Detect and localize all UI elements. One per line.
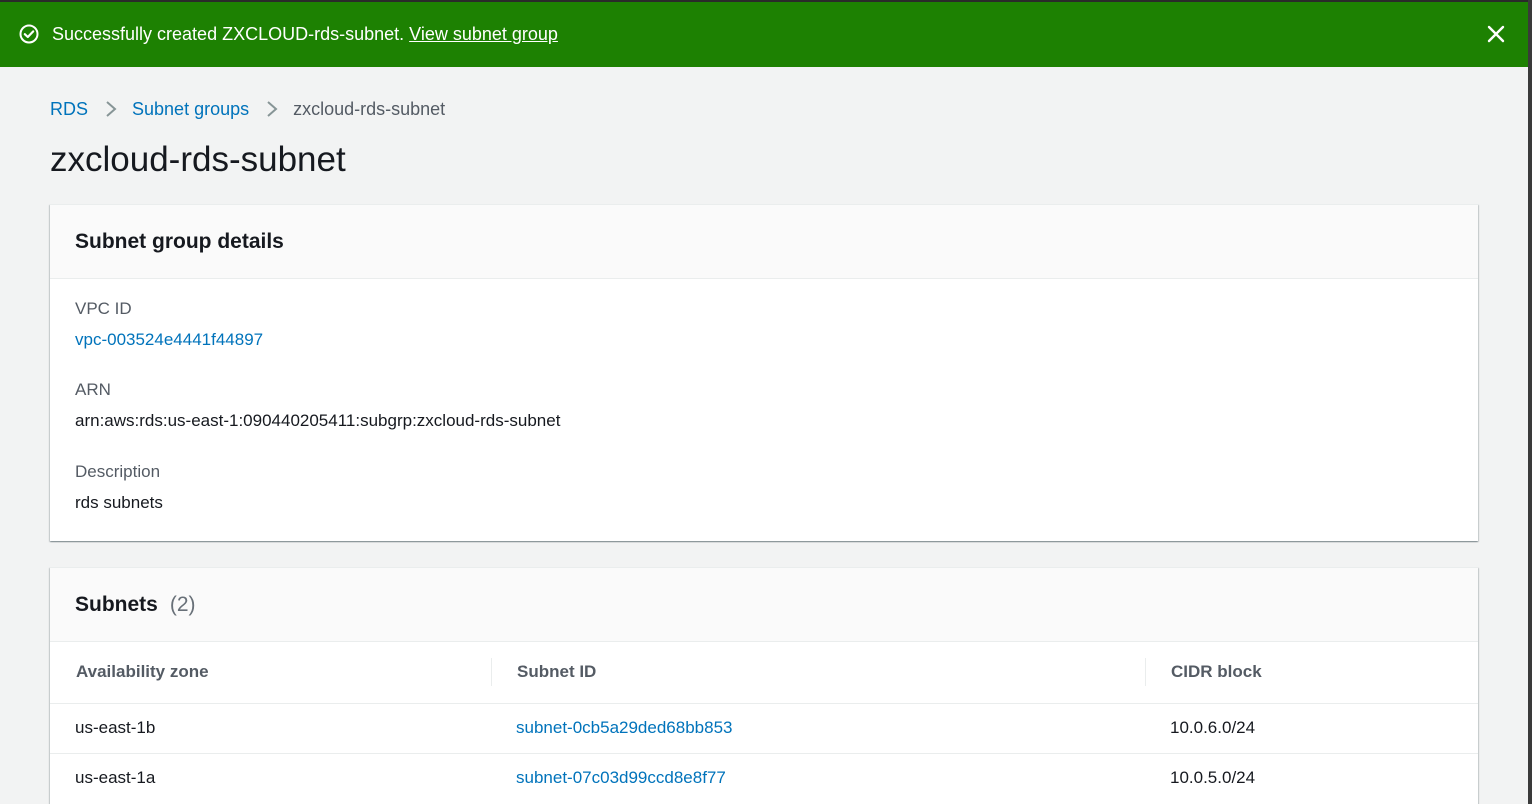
details-title: Subnet group details [75,229,284,253]
chevron-right-icon [267,101,278,117]
table-header-row: Availability zone Subnet ID CIDR block [50,642,1478,703]
description-label: Description [75,462,161,481]
breadcrumb-item-rds[interactable]: RDS [50,96,88,122]
subnets-title: Subnets [75,592,158,616]
column-header-subnet-id: Subnet ID [491,642,1145,703]
subnets-panel: Subnets (2) Availability zone Subnet ID … [50,567,1478,804]
vpc-id-field: VPC ID vpc-003524e4441f44897 [75,298,263,351]
cell-cidr-block: 10.0.5.0/24 [1170,768,1256,788]
flash-message-text: Successfully created ZXCLOUD-rds-subnet. [52,24,405,44]
check-circle-icon [19,24,39,44]
column-header-availability-zone: Availability zone [76,662,209,682]
cell-subnet-id: subnet-07c03d99ccd8e8f77 [491,753,1145,803]
subnets-header: Subnets (2) [50,568,1478,642]
page-title: zxcloud-rds-subnet [50,140,346,179]
description-field: Description rds subnets [75,461,163,514]
table-row: us-east-1b subnet-0cb5a29ded68bb853 10.0… [50,703,1478,753]
breadcrumb-item-subnet-groups[interactable]: Subnet groups [132,96,249,122]
subnet-id-link[interactable]: subnet-0cb5a29ded68bb853 [516,718,732,737]
view-subnet-group-link[interactable]: View subnet group [409,24,558,44]
subnets-table: Availability zone Subnet ID CIDR block u… [50,642,1478,803]
close-icon[interactable] [1484,22,1508,46]
cell-availability-zone: us-east-1a [75,768,156,788]
column-header-cidr-block: CIDR block [1145,642,1478,703]
chevron-right-icon [106,101,117,117]
cell-cidr-block: 10.0.6.0/24 [1170,718,1256,737]
arn-field: ARN arn:aws:rds:us-east-1:090440205411:s… [75,379,560,432]
breadcrumb: RDS Subnet groups zxcloud-rds-subnet [50,96,445,122]
subnet-group-details-panel: Subnet group details VPC ID vpc-003524e4… [50,204,1478,541]
arn-value: arn:aws:rds:us-east-1:090440205411:subgr… [75,411,561,430]
window-right-edge [1528,0,1532,804]
details-header: Subnet group details [50,205,1478,279]
subnets-count: (2) [169,592,196,616]
vpc-id-link[interactable]: vpc-003524e4441f44897 [75,329,263,351]
table-row: us-east-1a subnet-07c03d99ccd8e8f77 10.0… [50,753,1478,803]
description-value: rds subnets [75,493,163,512]
cell-subnet-id: subnet-0cb5a29ded68bb853 [491,703,1145,753]
success-flashbar: Successfully created ZXCLOUD-rds-subnet.… [0,2,1528,67]
flash-message: Successfully created ZXCLOUD-rds-subnet.… [52,22,558,46]
vpc-id-label: VPC ID [75,299,132,318]
subnet-id-link[interactable]: subnet-07c03d99ccd8e8f77 [516,768,726,787]
cell-availability-zone: us-east-1b [75,718,156,737]
arn-label: ARN [75,380,111,399]
breadcrumb-current: zxcloud-rds-subnet [293,99,446,119]
